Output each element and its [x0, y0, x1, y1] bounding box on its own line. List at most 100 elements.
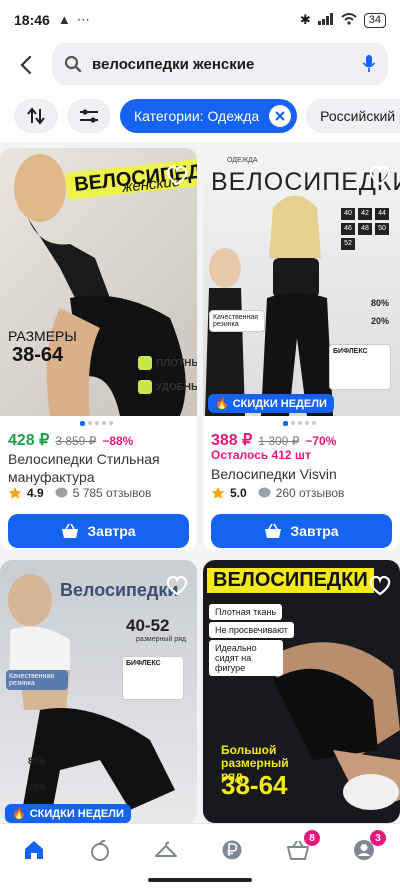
back-button[interactable] — [0, 40, 52, 90]
rating-row: 5.0 260 отзывов — [211, 486, 344, 500]
price-row: 428 ₽ 3 859 ₽ −88% — [8, 430, 133, 450]
apple-icon — [91, 839, 109, 861]
image-size-sub: размерный ряд — [136, 636, 186, 643]
cart-count-badge: 8 — [304, 830, 320, 846]
profile-notification-badge: 3 — [370, 830, 386, 846]
tab-payments[interactable] — [212, 834, 252, 866]
image-fabric-note: БИФЛЕКС — [122, 656, 184, 700]
clear-filter-button[interactable] — [269, 105, 292, 127]
ruble-icon — [222, 840, 242, 860]
price: 428 ₽ — [8, 432, 50, 449]
favorite-button[interactable] — [162, 570, 192, 600]
heart-icon — [166, 575, 188, 596]
add-to-cart-button[interactable]: Завтра — [211, 514, 392, 548]
price: 388 ₽ — [211, 432, 253, 449]
status-bar: 18:46 ▲ ⋯ ✱ 34 — [0, 0, 400, 40]
favorite-button[interactable] — [365, 160, 395, 190]
image-percent: 20% — [28, 782, 47, 792]
image-pager — [80, 421, 113, 426]
old-price: 1 300 ₽ — [258, 434, 300, 448]
image-size-range: 38-64 — [221, 770, 288, 800]
fire-icon: 🔥 — [12, 808, 26, 820]
rating-score: 5.0 — [230, 486, 247, 500]
product-card[interactable]: ВЕЛОСИПЕДКИ Плотная ткань Не просвечиваю… — [203, 560, 400, 823]
promo-badge: 🔥 СКИДКИ НЕДЕЛИ — [5, 804, 131, 823]
tab-home[interactable] — [14, 834, 54, 866]
delivery-label: Завтра — [290, 523, 339, 539]
product-title[interactable]: Велосипедки Стильная мануфактура — [8, 450, 193, 486]
favorite-button[interactable] — [162, 160, 192, 190]
image-pager — [283, 421, 316, 426]
home-icon — [25, 841, 43, 859]
tab-services[interactable] — [146, 834, 186, 866]
image-quality-note: Качественная резинка — [6, 670, 68, 690]
fire-icon: 🔥 — [215, 398, 229, 410]
more-dots-icon: ⋯ — [76, 12, 90, 27]
microphone-icon[interactable] — [362, 54, 376, 74]
image-feature: ПЛОТНЫЕ — [138, 356, 197, 370]
sort-icon — [27, 107, 45, 125]
promo-badge: 🔥 СКИДКИ НЕДЕЛИ — [208, 394, 334, 413]
country-filter-chip[interactable]: Российский р — [306, 99, 400, 133]
clock: 18:46 — [14, 12, 50, 28]
filter-bar: Категории: Одежда Российский р — [0, 90, 400, 142]
heart-icon — [166, 165, 188, 186]
back-arrow-icon — [20, 55, 32, 75]
wifi-icon — [341, 12, 357, 28]
image-headline: ВЕЛОСИПЕДКИ — [207, 568, 374, 593]
discount: −70% — [305, 434, 337, 448]
image-percent: 80% — [371, 298, 390, 308]
rating-row: 4.9 5 785 отзывов — [8, 486, 151, 500]
bluetooth-icon: ✱ — [299, 12, 311, 27]
search-icon — [64, 55, 82, 73]
image-size-label: РАЗМЕРЫ — [8, 328, 77, 344]
tab-catalog[interactable] — [80, 834, 120, 866]
rating-score: 4.9 — [27, 486, 44, 500]
review-bubble-icon — [258, 487, 271, 498]
sort-button[interactable] — [14, 99, 58, 133]
search-field[interactable]: велосипедки женские — [52, 43, 388, 85]
review-bubble-icon — [55, 487, 68, 498]
image-headline: Велосипедки — [60, 580, 179, 600]
price-row: 388 ₽ 1 300 ₽ −70% — [211, 430, 336, 450]
basket-icon — [62, 523, 79, 538]
heart-icon — [369, 165, 391, 186]
image-feature: Не просвечивают — [209, 622, 294, 638]
old-price: 3 859 ₽ — [55, 434, 97, 448]
image-fabric-note: БИФЛЕКС — [329, 344, 391, 390]
tab-cart[interactable]: 8 — [278, 830, 320, 866]
image-size-range: 38-64 — [12, 344, 64, 366]
reviews-count: 260 отзывов — [275, 486, 345, 500]
image-quality-note: Качественная резинка — [209, 310, 265, 332]
star-icon — [8, 487, 22, 499]
product-card[interactable]: Велосипедки 40-52 размерный ряд Качестве… — [0, 560, 197, 823]
close-icon — [275, 111, 285, 121]
tab-profile[interactable]: 3 — [344, 830, 386, 866]
add-to-cart-button[interactable]: Завтра — [8, 514, 189, 548]
size-grid: 40 42 44 46 48 50 52 — [341, 208, 393, 250]
heart-icon — [369, 575, 391, 596]
hanger-icon — [155, 841, 177, 857]
product-title[interactable]: Велосипедки Visvin — [211, 465, 396, 483]
filter-sliders-icon — [80, 109, 98, 123]
category-filter-chip[interactable]: Категории: Одежда — [120, 99, 298, 133]
favorite-button[interactable] — [365, 570, 395, 600]
search-header: велосипедки женские — [0, 40, 400, 90]
notification-icon: ▲ — [57, 12, 71, 27]
image-feature: УДОБНЫЕ — [138, 380, 197, 394]
signal-icon — [317, 12, 334, 28]
battery-icon: 34 — [363, 12, 386, 28]
filters-button[interactable] — [67, 99, 111, 133]
image-percent: 20% — [371, 316, 390, 326]
image-tag: ОДЕЖДА — [227, 157, 258, 164]
discount: −88% — [102, 434, 134, 448]
product-card[interactable]: ОДЕЖДА ВЕЛОСИПЕДКИ 40 42 44 46 48 50 52 … — [203, 148, 400, 550]
product-card[interactable]: ВЕЛОСИПЕДКИ женские ПЛОТНЫЕ УДОБНЫЕ РАЗМ… — [0, 148, 197, 550]
stock-left: Осталось 412 шт — [211, 448, 311, 462]
image-size-range: 40-52 — [126, 616, 170, 635]
reviews-count: 5 785 отзывов — [72, 486, 152, 500]
image-feature: Плотная ткань — [209, 604, 283, 620]
search-input[interactable]: велосипедки женские — [92, 56, 362, 73]
basket-icon — [265, 523, 282, 538]
image-feature: Идеально сидят на фигуре — [209, 640, 283, 676]
